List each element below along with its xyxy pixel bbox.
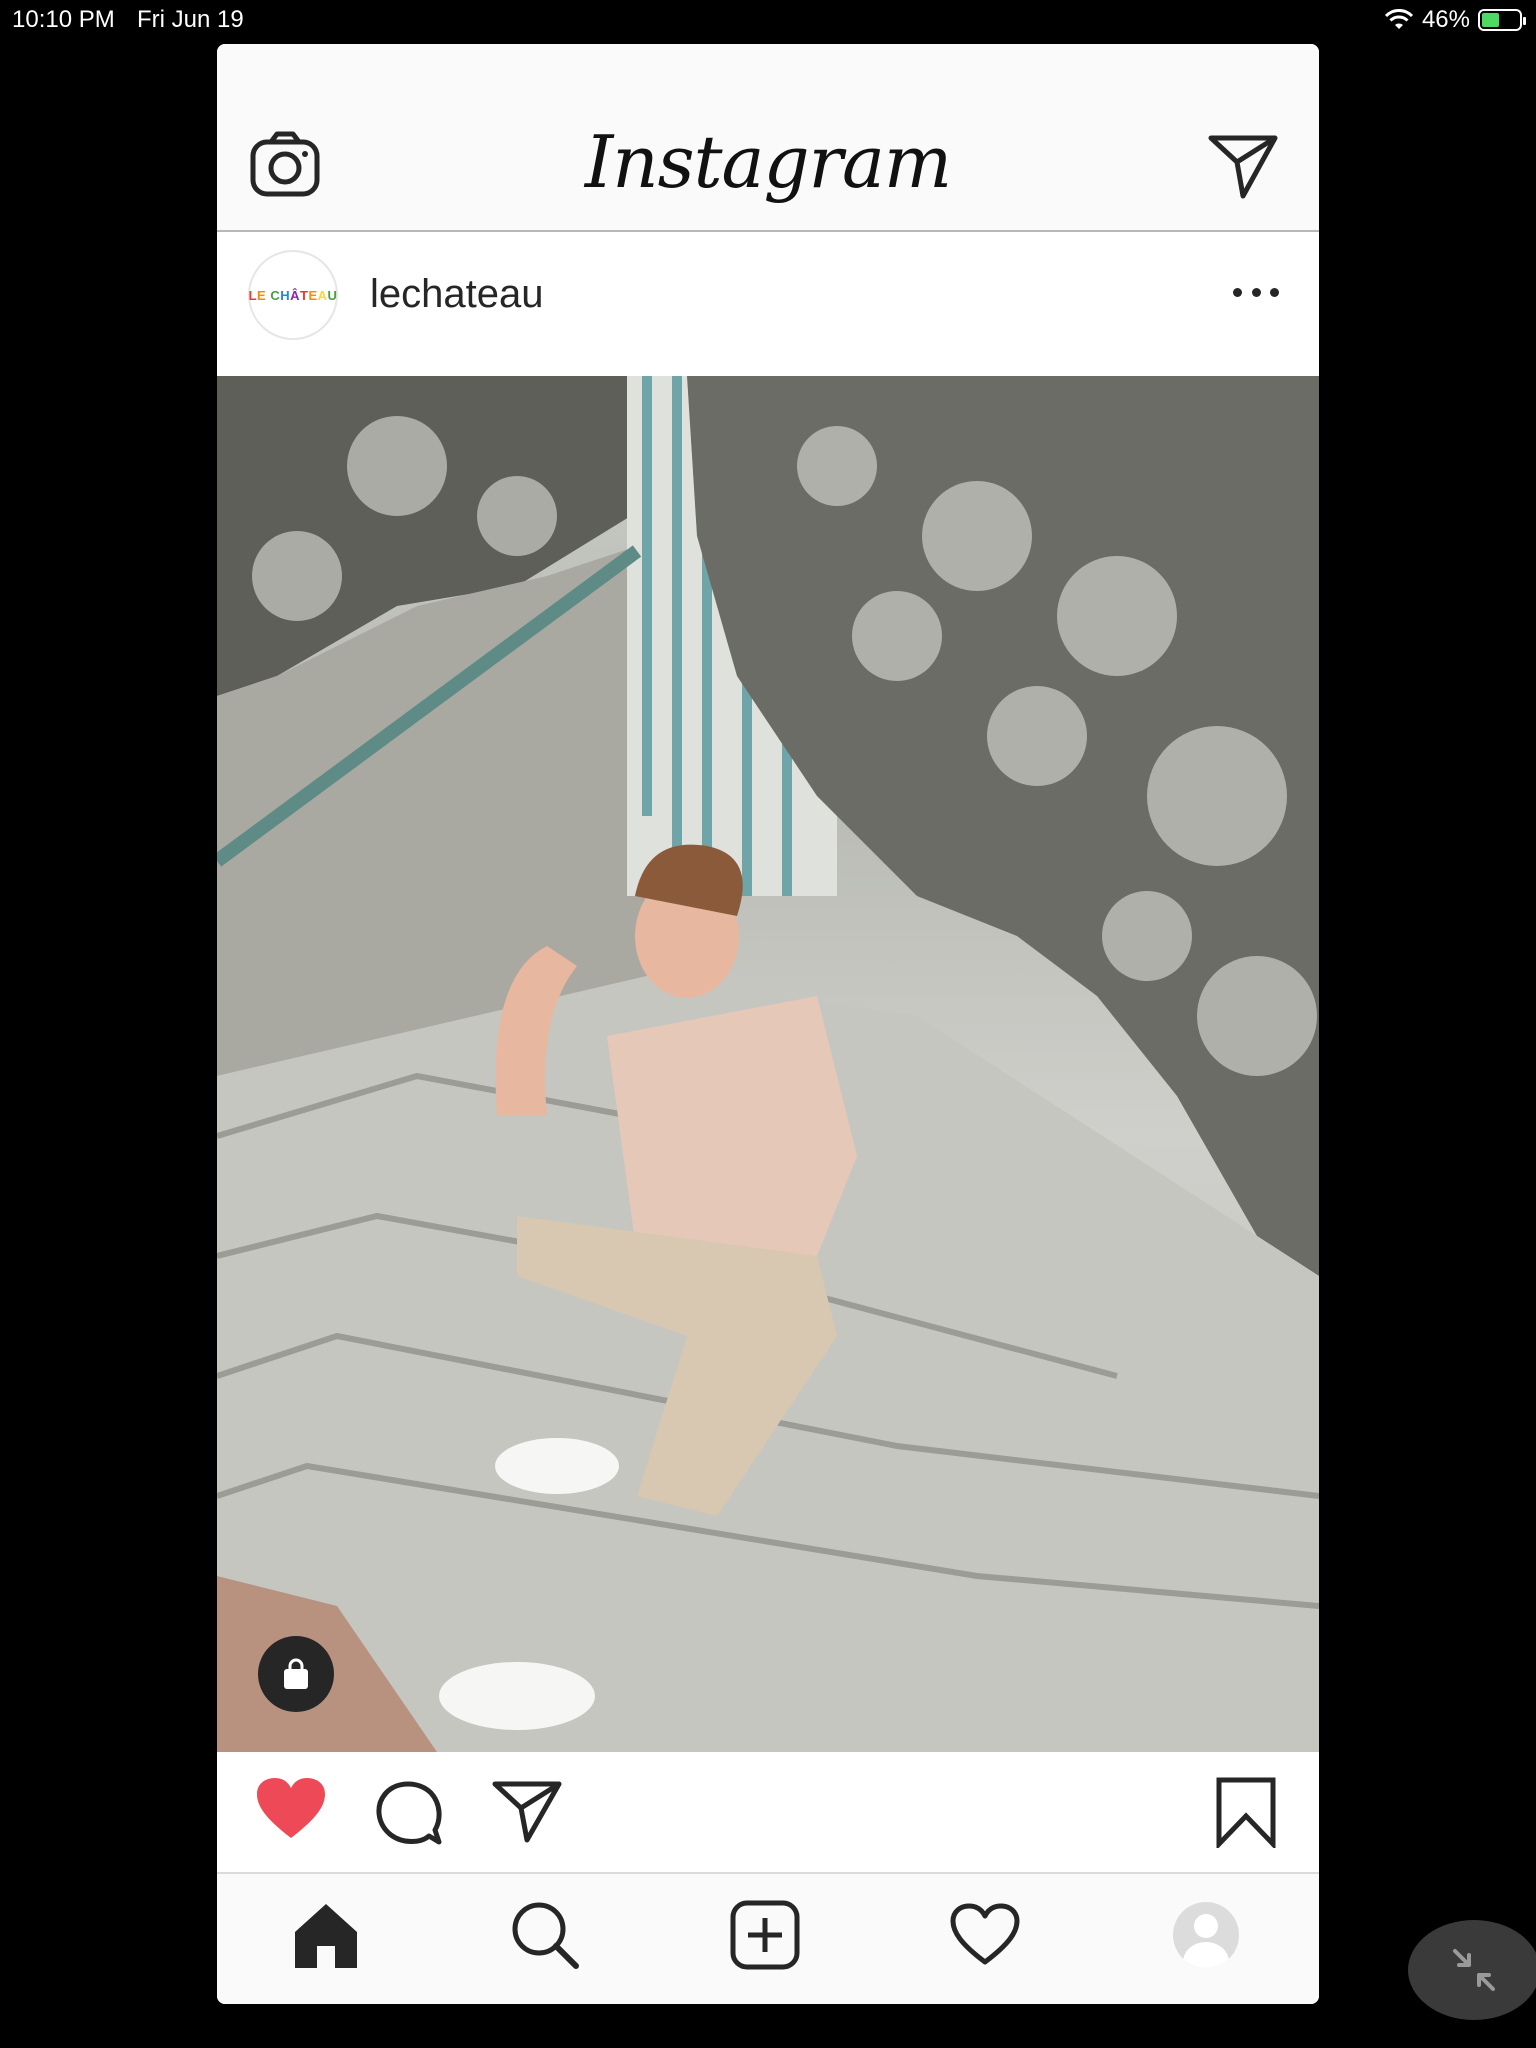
- dot: [1233, 287, 1242, 297]
- more-options-button[interactable]: [1233, 282, 1279, 302]
- direct-messages-button[interactable]: [1207, 132, 1279, 202]
- heart-filled-icon: [257, 1778, 325, 1838]
- bookmark-icon: [1216, 1777, 1276, 1851]
- shopping-bag-icon: [284, 1658, 308, 1689]
- battery-icon: [1478, 9, 1526, 31]
- tab-new-post[interactable]: [728, 1898, 802, 1972]
- profile-avatar: [1173, 1902, 1239, 1968]
- bottom-tab-bar: [217, 1872, 1319, 2004]
- search-icon: [512, 1902, 579, 1969]
- photo-illustration: [217, 376, 1319, 1752]
- battery-percent: 46%: [1421, 6, 1470, 33]
- share-button[interactable]: [491, 1778, 563, 1844]
- paper-plane-icon: [492, 1781, 562, 1843]
- tab-activity[interactable]: [948, 1898, 1022, 1972]
- wifi-icon: [1384, 9, 1414, 29]
- shopping-bag-button[interactable]: [258, 1636, 334, 1712]
- minimize-window-button[interactable]: [1408, 1920, 1536, 2020]
- status-time: 10:10 PM: [12, 6, 115, 33]
- heart-icon: [950, 1903, 1020, 1965]
- status-bar: 10:10 PM Fri Jun 19 46%: [0, 0, 1536, 40]
- paper-plane-icon: [1208, 135, 1278, 199]
- post-photo[interactable]: [217, 376, 1319, 1752]
- comment-bubble-icon: [376, 1781, 442, 1845]
- instagram-logo: Instagram: [584, 120, 952, 204]
- tab-profile[interactable]: [1169, 1898, 1243, 1972]
- post-actions: [217, 1752, 1319, 1872]
- status-right: 46%: [1384, 6, 1526, 34]
- tab-home[interactable]: [289, 1898, 363, 1972]
- instagram-app: Instagram LE CHÂTEAU lechateau: [217, 44, 1319, 2004]
- collapse-arrows-icon: [1453, 1949, 1495, 1991]
- plus-square-icon: [730, 1900, 800, 1970]
- battery-level: [1482, 13, 1499, 27]
- home-icon: [295, 1904, 357, 1968]
- tab-search[interactable]: [508, 1898, 582, 1972]
- dot: [1251, 287, 1261, 297]
- post-username[interactable]: lechateau: [370, 272, 543, 317]
- dot: [1270, 287, 1279, 297]
- post-avatar[interactable]: LE CHÂTEAU: [248, 250, 338, 340]
- top-bar: Instagram: [217, 44, 1319, 232]
- status-date: Fri Jun 19: [137, 6, 244, 33]
- like-button[interactable]: [255, 1776, 327, 1842]
- save-button[interactable]: [1215, 1776, 1277, 1851]
- comment-button[interactable]: [375, 1778, 443, 1846]
- avatar-logo-text: LE CHÂTEAU: [248, 287, 338, 303]
